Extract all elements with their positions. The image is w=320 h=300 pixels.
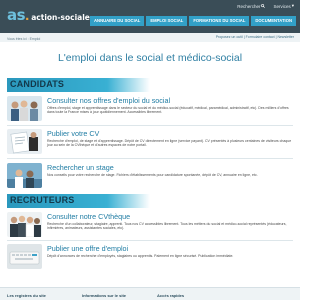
site-footer: Les registres du site Informations sur l… bbox=[0, 287, 300, 300]
site-header: as . action-sociale Rechercher Services … bbox=[0, 0, 300, 33]
footer-col-registres[interactable]: Les registres du site bbox=[7, 293, 46, 298]
logo-prefix: as bbox=[7, 6, 26, 24]
nav-documentation[interactable]: Documentation bbox=[251, 16, 296, 26]
breadcrumb: Vous êtes ici : Emploi bbox=[7, 37, 41, 41]
sub-bar: Proposez un outil | Formulaire contact |… bbox=[0, 33, 300, 42]
candidats-heading: CANDIDATS bbox=[10, 79, 65, 89]
services-link[interactable]: Services ▾ bbox=[273, 3, 294, 9]
header-utility-links: Rechercher Services ▾ bbox=[237, 3, 294, 9]
divider bbox=[7, 240, 293, 241]
search-link-label: Rechercher bbox=[237, 3, 261, 9]
thumbnail-team-image bbox=[7, 96, 42, 121]
card-title-link[interactable]: Rechercher un stage bbox=[47, 163, 293, 172]
footer-col-acces[interactable]: Accès rapides bbox=[157, 293, 184, 298]
divider bbox=[7, 158, 293, 159]
recruteurs-heading-band: RECRUTEURS bbox=[7, 194, 150, 208]
candidats-heading-band: CANDIDATS bbox=[7, 78, 150, 92]
nav-formations[interactable]: Formations du social bbox=[189, 16, 250, 26]
footer-col-informations[interactable]: Informations sur le site bbox=[82, 293, 126, 298]
card-title-link[interactable]: Publier une offre d'emploi bbox=[47, 244, 293, 253]
search-link[interactable]: Rechercher bbox=[237, 3, 266, 9]
thumbnail-cv-image bbox=[7, 129, 42, 154]
card-description: Nos conseils pour votre recherche de sta… bbox=[47, 173, 258, 177]
thumbnail-stage-image bbox=[7, 163, 42, 188]
nav-emploi[interactable]: Emploi social bbox=[146, 16, 188, 26]
subbar-links[interactable]: Proposez un outil | Formulaire contact |… bbox=[216, 35, 294, 39]
page-title: L'emploi dans le social et médico-social bbox=[57, 52, 243, 64]
thumbnail-keyboard-image bbox=[7, 244, 42, 269]
card-publier-offre: Publier une offre d'emploi Dépôt d'annon… bbox=[7, 244, 293, 278]
site-logo[interactable]: as . action-sociale bbox=[7, 6, 90, 24]
chevron-down-icon: ▾ bbox=[291, 3, 294, 8]
card-description: Recherche d'emploi, de stage et d'appren… bbox=[47, 139, 292, 148]
card-title-link[interactable]: Publier votre CV bbox=[47, 129, 293, 138]
card-title-link[interactable]: Consulter nos offres d'emploi du social bbox=[47, 96, 293, 105]
card-description: Offres d'emploi, stage et apprentissage … bbox=[47, 106, 289, 115]
card-description: Recherche d'un collaborateur, stagiaire,… bbox=[47, 222, 287, 231]
logo-name: action-sociale bbox=[31, 13, 90, 22]
thumbnail-recruiters-image bbox=[7, 212, 42, 237]
nav-annuaire[interactable]: Annuaire du social bbox=[90, 16, 145, 26]
main-nav: Annuaire du social Emploi social Formati… bbox=[90, 16, 296, 26]
card-description: Dépôt d'annonces de recherche d'employés… bbox=[47, 254, 234, 258]
divider bbox=[7, 125, 293, 126]
services-link-label: Services bbox=[273, 3, 291, 9]
card-title-link[interactable]: Consulter notre CVthèque bbox=[47, 212, 293, 221]
logo-dot: . bbox=[25, 7, 30, 24]
card-rechercher-stage: Rechercher un stage Nos conseils pour vo… bbox=[7, 163, 293, 197]
search-icon bbox=[261, 3, 266, 9]
recruteurs-heading: RECRUTEURS bbox=[10, 195, 75, 205]
